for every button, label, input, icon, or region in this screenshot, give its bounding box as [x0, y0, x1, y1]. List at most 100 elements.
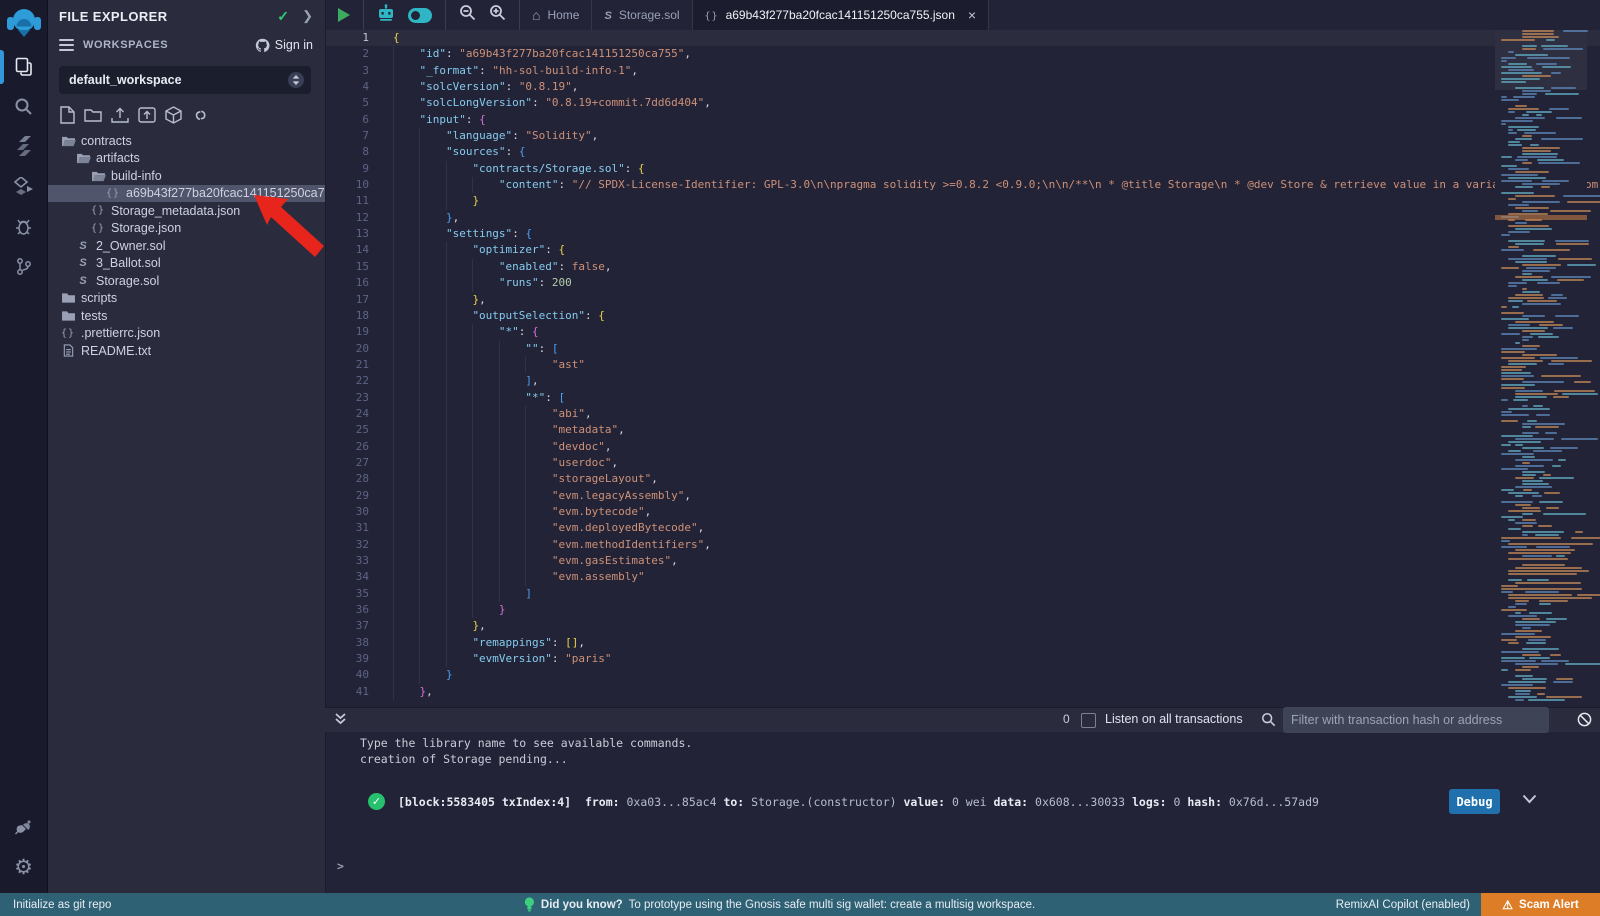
code-line-11[interactable]: 11}	[325, 193, 1600, 209]
code-line-37[interactable]: 37},	[325, 618, 1600, 634]
code-line-36[interactable]: 36}	[325, 602, 1600, 618]
activity-bar: ⚙	[0, 0, 48, 893]
code-line-28[interactable]: 28"storageLayout",	[325, 471, 1600, 487]
file-explorer-icon[interactable]	[0, 46, 47, 86]
code-line-7[interactable]: 7"language": "Solidity",	[325, 128, 1600, 144]
code-line-18[interactable]: 18"outputSelection": {	[325, 308, 1600, 324]
debug-button[interactable]: Debug	[1449, 789, 1500, 814]
scam-alert-button[interactable]: ⚠ Scam Alert	[1481, 893, 1600, 916]
close-icon[interactable]: ×	[968, 7, 976, 23]
code-line-10[interactable]: 10"content": "// SPDX-License-Identifier…	[325, 177, 1600, 193]
code-line-9[interactable]: 9"contracts/Storage.sol": {	[325, 161, 1600, 177]
code-line-25[interactable]: 25"metadata",	[325, 422, 1600, 438]
code-line-38[interactable]: 38"remappings": [],	[325, 635, 1600, 651]
transaction-success-icon[interactable]: ✓	[368, 793, 385, 810]
zoom-out-icon[interactable]	[459, 4, 476, 26]
code-line-24[interactable]: 24"abi",	[325, 406, 1600, 422]
ai-copilot-toggle[interactable]	[408, 8, 432, 23]
tree-item-tests[interactable]: tests	[47, 307, 325, 325]
code-line-31[interactable]: 31"evm.deployedBytecode",	[325, 520, 1600, 536]
new-file-icon[interactable]	[60, 106, 75, 124]
transaction-log[interactable]: [block:5583405 txIndex:4] from: 0xa03...…	[398, 795, 1319, 809]
code-line-20[interactable]: 20"": [	[325, 341, 1600, 357]
minimap[interactable]	[1495, 30, 1587, 707]
deploy-run-icon[interactable]	[0, 166, 47, 206]
code-line-8[interactable]: 8"sources": {	[325, 144, 1600, 160]
chevron-right-icon[interactable]: ❯	[302, 8, 313, 24]
code-line-4[interactable]: 4"solcVersion": "0.8.19",	[325, 79, 1600, 95]
json-icon: {}	[90, 223, 106, 234]
search-icon[interactable]	[0, 86, 47, 126]
listen-all-transactions-checkbox[interactable]	[1081, 713, 1096, 728]
tab-a69b43f277ba20fcac141151250ca755-json[interactable]: {}a69b43f277ba20fcac141151250ca755.json×	[693, 0, 990, 30]
plugin-manager-icon[interactable]	[0, 807, 47, 847]
git-icon[interactable]	[0, 246, 47, 286]
code-line-16[interactable]: 16"runs": 200	[325, 275, 1600, 291]
sign-in-button[interactable]: Sign in	[255, 38, 313, 53]
tab-storage-sol[interactable]: SStorage.sol	[592, 0, 692, 30]
clear-console-icon[interactable]	[1577, 712, 1592, 732]
code-line-23[interactable]: 23"*": [	[325, 390, 1600, 406]
settings-gear-icon[interactable]: ⚙	[0, 847, 47, 887]
link-icon[interactable]	[191, 107, 210, 124]
code-editor[interactable]: 1{2"id": "a69b43f277ba20fcac141151250ca7…	[325, 30, 1600, 707]
code-line-12[interactable]: 12},	[325, 210, 1600, 226]
code-line-26[interactable]: 26"devdoc",	[325, 439, 1600, 455]
ipfs-box-icon[interactable]	[165, 106, 182, 124]
tree-item-3-ballot-sol[interactable]: S3_Ballot.sol	[47, 255, 325, 273]
code-line-39[interactable]: 39"evmVersion": "paris"	[325, 651, 1600, 667]
run-script-icon[interactable]	[338, 8, 350, 22]
code-line-33[interactable]: 33"evm.gasEstimates",	[325, 553, 1600, 569]
tree-item-storage-metadata-json[interactable]: {}Storage_metadata.json	[47, 202, 325, 220]
tab-home[interactable]: ⌂Home	[520, 0, 592, 30]
git-init-status[interactable]: Initialize as git repo	[13, 899, 111, 911]
tree-item-a69b43f277ba20fcac141151250ca7-[interactable]: {}a69b43f277ba20fcac141151250ca7...	[47, 185, 325, 203]
tree-item-storage-json[interactable]: {}Storage.json	[47, 220, 325, 238]
copilot-status[interactable]: RemixAI Copilot (enabled)	[1336, 899, 1470, 911]
remix-logo[interactable]	[0, 0, 47, 46]
tree-item-build-info[interactable]: build-info	[47, 167, 325, 185]
code-line-41[interactable]: 41},	[325, 684, 1600, 700]
code-line-32[interactable]: 32"evm.methodIdentifiers",	[325, 537, 1600, 553]
code-line-27[interactable]: 27"userdoc",	[325, 455, 1600, 471]
workspace-select[interactable]: default_workspace	[59, 66, 311, 94]
tree-item-readme-txt[interactable]: README.txt	[47, 342, 325, 360]
debugger-icon[interactable]	[0, 206, 47, 246]
code-line-30[interactable]: 30"evm.bytecode",	[325, 504, 1600, 520]
tree-item-2-owner-sol[interactable]: S2_Owner.sol	[47, 237, 325, 255]
terminal[interactable]: Type the library name to see available c…	[325, 731, 1600, 893]
upload-folder-icon[interactable]	[138, 107, 156, 123]
tree-item-scripts[interactable]: scripts	[47, 290, 325, 308]
code-line-14[interactable]: 14"optimizer": {	[325, 242, 1600, 258]
code-line-22[interactable]: 22],	[325, 373, 1600, 389]
tree-item-contracts[interactable]: contracts	[47, 132, 325, 150]
workspace-menu-icon[interactable]	[59, 36, 74, 54]
new-folder-icon[interactable]	[84, 107, 102, 123]
upload-file-icon[interactable]	[111, 107, 129, 124]
solidity-compiler-icon[interactable]	[0, 126, 47, 166]
code-line-3[interactable]: 3"_format": "hh-sol-build-info-1",	[325, 63, 1600, 79]
code-line-1[interactable]: 1{	[325, 30, 1600, 46]
code-line-2[interactable]: 2"id": "a69b43f277ba20fcac141151250ca755…	[325, 46, 1600, 62]
terminal-prompt[interactable]: >	[337, 859, 344, 873]
tree-item-storage-sol[interactable]: SStorage.sol	[47, 272, 325, 290]
terminal-collapse-icon[interactable]	[334, 712, 347, 731]
tree-item-artifacts[interactable]: artifacts	[47, 150, 325, 168]
code-line-40[interactable]: 40}	[325, 667, 1600, 683]
code-line-5[interactable]: 5"solcLongVersion": "0.8.19+commit.7dd6d…	[325, 95, 1600, 111]
zoom-in-icon[interactable]	[489, 4, 506, 26]
code-line-34[interactable]: 34"evm.assembly"	[325, 569, 1600, 585]
code-line-21[interactable]: 21"ast"	[325, 357, 1600, 373]
solidity-icon: S	[75, 275, 91, 287]
code-line-29[interactable]: 29"evm.legacyAssembly",	[325, 488, 1600, 504]
code-line-35[interactable]: 35]	[325, 586, 1600, 602]
ai-robot-icon[interactable]	[377, 4, 395, 27]
tree-item--prettierrc-json[interactable]: {}.prettierrc.json	[47, 325, 325, 343]
transaction-expand-icon[interactable]	[1522, 793, 1537, 807]
code-line-6[interactable]: 6"input": {	[325, 112, 1600, 128]
transaction-filter-input[interactable]	[1283, 707, 1549, 733]
code-line-17[interactable]: 17},	[325, 292, 1600, 308]
code-line-13[interactable]: 13"settings": {	[325, 226, 1600, 242]
code-line-19[interactable]: 19"*": {	[325, 324, 1600, 340]
code-line-15[interactable]: 15"enabled": false,	[325, 259, 1600, 275]
